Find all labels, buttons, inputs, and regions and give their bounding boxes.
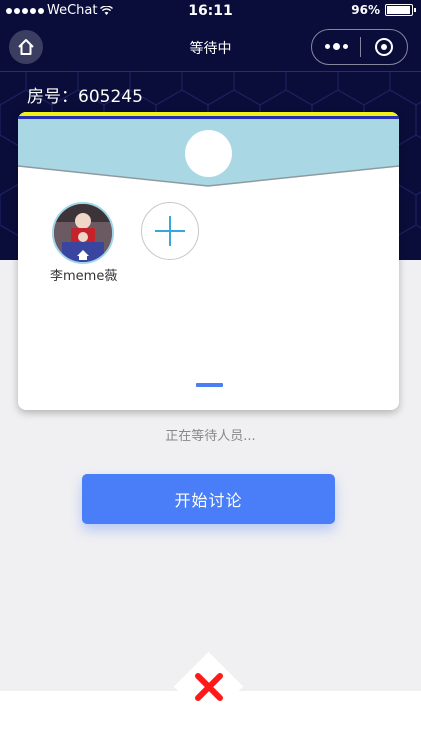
start-discussion-button[interactable]: 开始讨论 (82, 474, 335, 524)
add-member-button[interactable] (141, 202, 199, 260)
more-dots-icon (324, 44, 330, 49)
nav-bar: 等待中 (0, 24, 421, 71)
avatar-photo (53, 204, 112, 262)
avatar (51, 202, 114, 264)
plus-icon (155, 216, 185, 246)
battery-icon (385, 4, 416, 16)
battery-percent: 96% (351, 3, 380, 17)
card-seal-circle (185, 130, 232, 177)
waiting-status: 正在等待人员... (165, 429, 256, 444)
capsule-close-button[interactable] (361, 38, 407, 56)
battery-indicator: 96% (351, 3, 416, 17)
member-item[interactable]: 李meme薇 (50, 202, 118, 284)
status-bar: WeChat 16:11 96% (0, 0, 421, 24)
page-indicator (196, 383, 223, 387)
more-button[interactable] (312, 43, 360, 50)
mini-program-capsule (311, 29, 408, 65)
member-name: 李meme薇 (50, 269, 118, 284)
room-card: 李meme薇 (18, 112, 399, 410)
nav-divider (0, 71, 421, 72)
room-number: 房号：605245 (27, 87, 143, 107)
target-circle-icon (375, 38, 393, 56)
red-x-icon (194, 672, 223, 701)
close-button[interactable] (190, 668, 227, 705)
